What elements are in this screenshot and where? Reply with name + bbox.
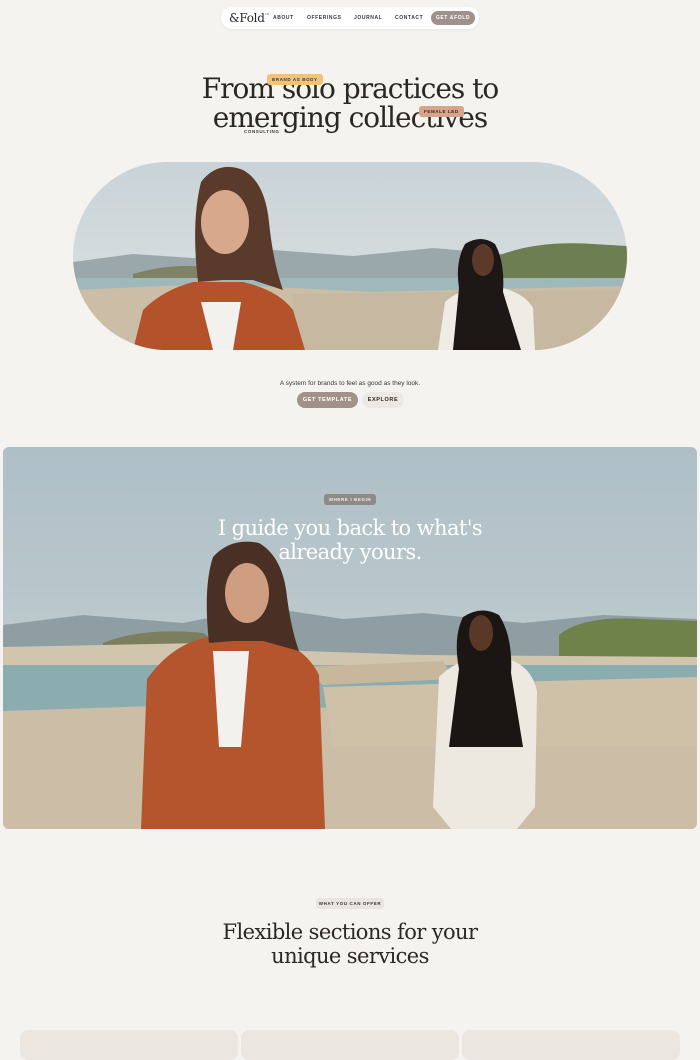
hero-photo	[73, 162, 627, 350]
hero-image	[73, 162, 627, 350]
nav-link-offerings[interactable]: OFFERINGS	[307, 15, 342, 21]
offer-title-line-2: unique services	[271, 944, 429, 968]
nav-link-about[interactable]: ABOUT	[273, 15, 294, 21]
offer-title-line-1: Flexible sections for your	[222, 920, 478, 944]
banner-title: I guide you back to what's already yours…	[150, 516, 550, 564]
get-fold-button[interactable]: GET &FOLD	[431, 11, 475, 25]
service-card[interactable]	[241, 1030, 459, 1060]
get-template-button[interactable]: GET TEMPLATE	[297, 392, 358, 408]
what-you-can-offer-tag: WHAT YOU CAN OFFER	[316, 898, 384, 909]
brand-logo[interactable]: &Fold™	[229, 11, 270, 25]
female-led-tag: FEMALE LED	[419, 106, 464, 117]
where-i-begin-tag: WHERE I BEGIN	[324, 494, 376, 505]
service-card[interactable]	[20, 1030, 238, 1060]
consulting-tag: CONSULTING	[244, 129, 280, 134]
service-card[interactable]	[462, 1030, 680, 1060]
banner-title-line-2: already yours.	[278, 540, 422, 564]
hero-title: From solo practices to emerging collecti…	[150, 74, 550, 132]
top-nav: &Fold™ ABOUT OFFERINGS JOURNAL CONTACT G…	[221, 7, 479, 29]
banner-title-line-1: I guide you back to what's	[217, 516, 483, 540]
explore-button[interactable]: EXPLORE	[362, 392, 404, 408]
nav-link-journal[interactable]: JOURNAL	[354, 15, 382, 21]
hero-tagline: A system for brands to feel as good as t…	[279, 379, 421, 387]
nav-link-contact[interactable]: CONTACT	[395, 15, 423, 21]
brand-as-body-tag: BRAND AS BODY	[267, 74, 323, 85]
offer-section-title: Flexible sections for your unique servic…	[150, 920, 550, 968]
